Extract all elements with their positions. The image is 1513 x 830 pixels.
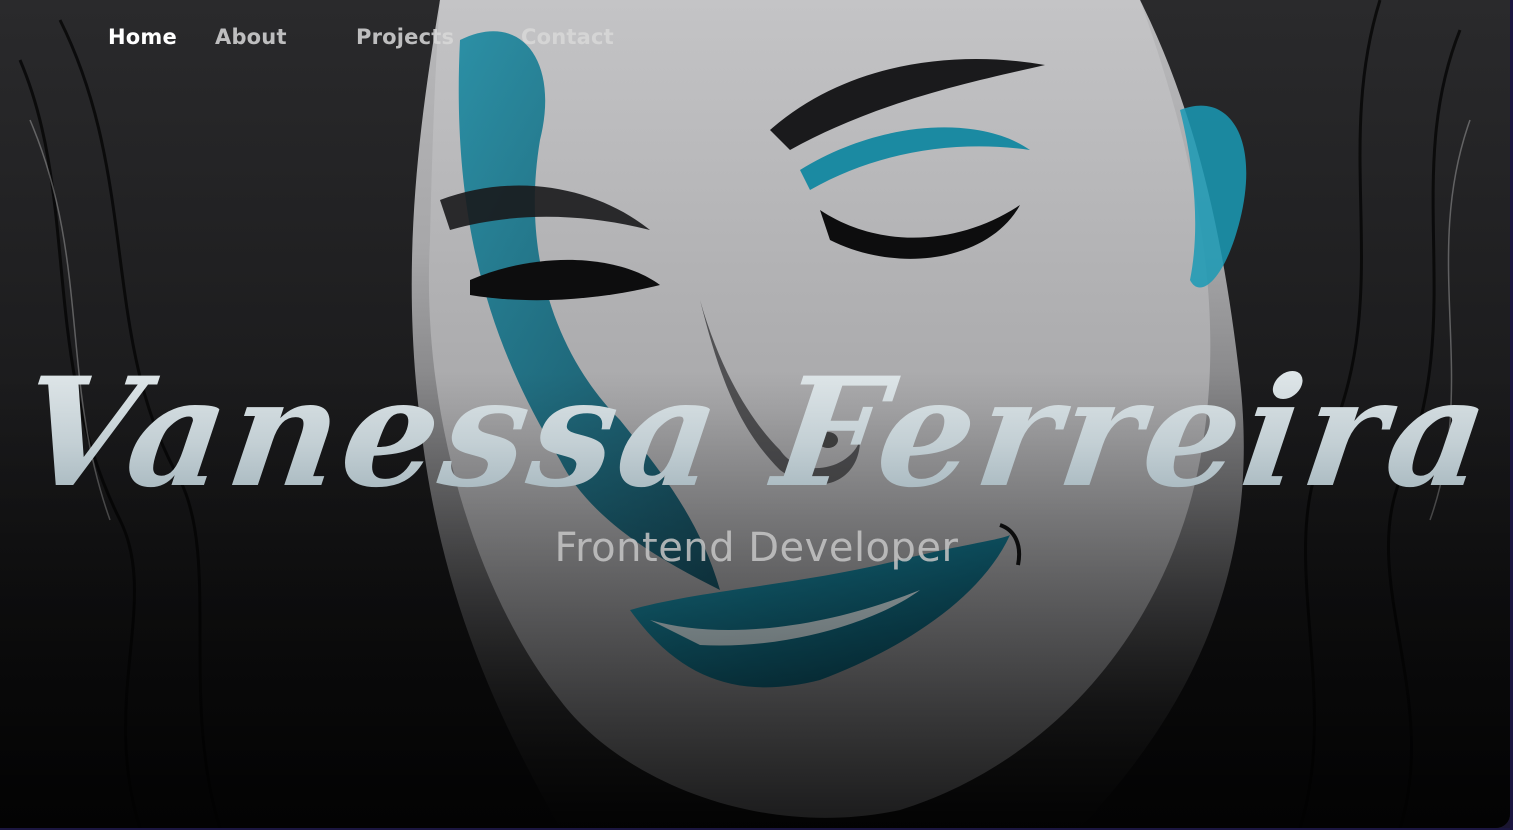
hero-subtitle: Frontend Developer: [554, 525, 959, 571]
nav-link-about[interactable]: About: [215, 25, 287, 49]
hero-title: Vanessa Ferreira: [0, 323, 1513, 543]
nav-link-contact[interactable]: Contact: [521, 25, 614, 49]
portfolio-page: Home About Projects Contact Vanessa Ferr…: [0, 0, 1513, 830]
nav-link-home[interactable]: Home: [108, 25, 177, 49]
nav-link-projects[interactable]: Projects: [356, 25, 454, 49]
main-navigation: Home About Projects Contact: [108, 22, 614, 52]
